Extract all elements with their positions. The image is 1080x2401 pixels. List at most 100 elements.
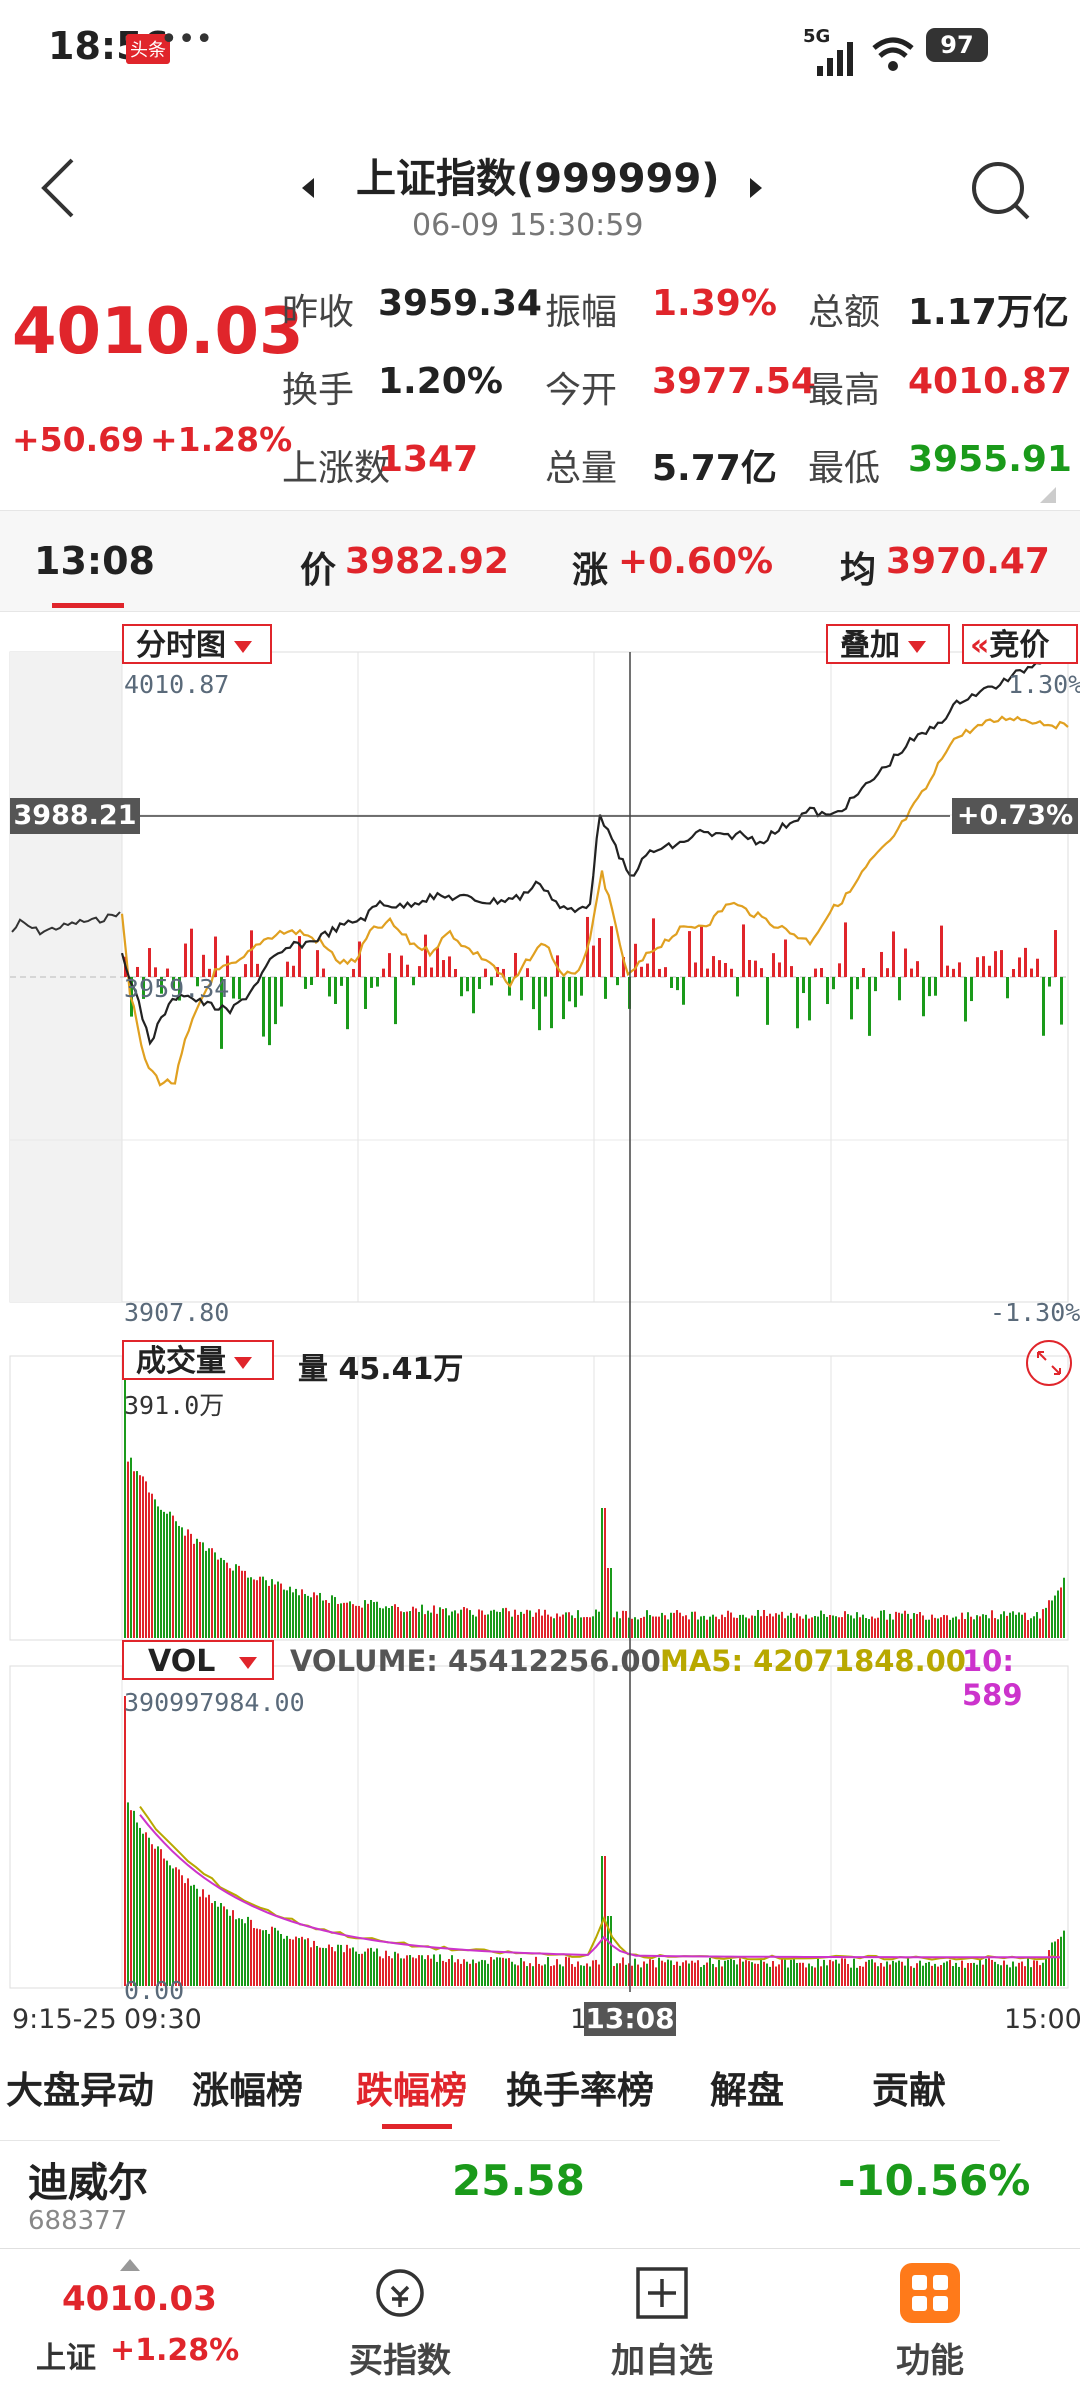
indicator-bar xyxy=(277,1930,279,1986)
indicator-bar xyxy=(619,1963,621,1986)
indicator-bar xyxy=(979,1959,981,1986)
volume-bar xyxy=(991,1610,993,1638)
overlay-select[interactable]: 叠加 xyxy=(826,624,950,664)
indicator-bar xyxy=(190,1885,192,1986)
chart-mode-select[interactable]: 分时图 xyxy=(122,624,272,664)
volume-bar xyxy=(130,1457,132,1638)
indicator-select[interactable]: VOL xyxy=(122,1640,274,1680)
indicator-bar xyxy=(265,1930,267,1986)
indicator-bar xyxy=(769,1966,771,1986)
indicator-bar xyxy=(649,1959,651,1986)
volume-bar xyxy=(862,1614,864,1638)
flow-bar-up xyxy=(742,924,745,977)
nav-index-price[interactable]: 4010.03 xyxy=(62,2279,217,2319)
tab-4[interactable]: 解盘 xyxy=(710,2060,784,2114)
volume-bar xyxy=(463,1607,465,1638)
flow-bar-down xyxy=(874,977,877,992)
indicator-bar xyxy=(295,1936,297,1986)
volume-bar xyxy=(925,1619,927,1638)
volume-bar xyxy=(841,1617,843,1638)
volume-bar xyxy=(151,1493,153,1638)
indicator-bar xyxy=(367,1948,369,1986)
indicator-bar xyxy=(490,1957,492,1986)
tab-2[interactable]: 跌幅榜 xyxy=(356,2060,467,2114)
indicator-bar xyxy=(1000,1965,1002,1986)
flow-bar-up xyxy=(958,962,961,977)
tab-3[interactable]: 换手率榜 xyxy=(506,2060,654,2114)
y-axis-top: 4010.87 xyxy=(124,670,230,699)
wifi-icon xyxy=(872,37,914,71)
indicator-bar xyxy=(667,1959,669,1986)
indicator-bar xyxy=(673,1964,675,1986)
auction-button[interactable]: «竞价 xyxy=(962,624,1078,664)
indicator-bar xyxy=(289,1938,291,1986)
indicator-bar xyxy=(883,1966,885,1986)
indicator-bar xyxy=(1051,1942,1053,1986)
tab-0[interactable]: 大盘异动 xyxy=(6,2060,154,2114)
volume-bar xyxy=(499,1612,501,1638)
flow-bar-down xyxy=(964,977,967,1022)
indicator-bar xyxy=(385,1950,387,1986)
volume-bar xyxy=(649,1615,651,1638)
volume-select[interactable]: 成交量 xyxy=(122,1340,274,1380)
indicator-bar xyxy=(214,1901,216,1986)
flow-bar-up xyxy=(592,945,595,977)
indicator-bar xyxy=(352,1947,354,1986)
flow-bar-down xyxy=(682,977,685,1005)
nav-add-watchlist[interactable]: 加自选 xyxy=(582,2263,742,2382)
flow-bar-up xyxy=(940,925,943,977)
volume-bar xyxy=(331,1595,333,1638)
indicator-bar xyxy=(382,1958,384,1986)
nav-functions[interactable]: 功能 xyxy=(850,2263,1010,2382)
expand-icon[interactable] xyxy=(1024,1338,1074,1388)
quote-value: 3959.34 xyxy=(378,283,542,324)
flow-bar-up xyxy=(784,939,787,977)
indicator-bar xyxy=(622,1957,624,1986)
volume-bar xyxy=(451,1611,453,1638)
flow-bar-up xyxy=(880,951,883,977)
tab-5[interactable]: 贡献 xyxy=(872,2060,946,2114)
page-title: 上证指数(999999) xyxy=(356,156,720,202)
prev-index-icon[interactable] xyxy=(300,176,316,200)
indicator-zero-label: 0.00 xyxy=(124,1976,185,2005)
tab-1[interactable]: 涨幅榜 xyxy=(192,2060,303,2114)
volume-bar xyxy=(997,1619,999,1638)
flow-bar-up xyxy=(886,968,889,977)
volume-bar xyxy=(835,1616,837,1638)
stock-row[interactable]: 迪威尔 688377 25.58 -10.56% xyxy=(0,2142,1080,2236)
volume-bar xyxy=(238,1565,240,1638)
volume-bar xyxy=(943,1614,945,1638)
volume-bar xyxy=(721,1614,723,1638)
indicator-bar xyxy=(811,1966,813,1986)
chart-area[interactable]: 分时图 叠加 «竞价 4010.87 3959.34 3907.80 1.30%… xyxy=(0,612,1080,2036)
volume-bar xyxy=(586,1617,588,1638)
flow-bar-up xyxy=(190,928,193,977)
indicator-bar xyxy=(307,1938,309,1986)
indicator-bar xyxy=(409,1955,411,1986)
next-index-icon[interactable] xyxy=(748,176,764,200)
indicator-bar xyxy=(457,1959,459,1986)
volume-bar xyxy=(1051,1600,1053,1638)
indicator-bar xyxy=(577,1961,579,1986)
volume-bar xyxy=(547,1614,549,1638)
volume-bar xyxy=(856,1612,858,1638)
nav-buy-index[interactable]: 买指数 xyxy=(320,2263,480,2382)
indicator-bar xyxy=(460,1963,462,1986)
volume-bar xyxy=(274,1584,276,1638)
volume-bar xyxy=(472,1614,474,1638)
indicator-bar xyxy=(349,1948,351,1986)
flow-bar-down xyxy=(310,977,313,986)
back-arrow-icon[interactable] xyxy=(38,156,78,220)
indicator-bar xyxy=(361,1953,363,1986)
indicator-bar xyxy=(424,1959,426,1986)
more-dots-icon: ••• xyxy=(160,22,214,57)
indicator-bar xyxy=(421,1955,423,1986)
search-icon[interactable] xyxy=(970,160,1032,222)
volume-bar xyxy=(931,1614,933,1638)
indicator-bar xyxy=(247,1916,249,1986)
indicator-bar xyxy=(157,1846,159,1986)
indicator-bar xyxy=(688,1963,690,1986)
indicator-bar xyxy=(802,1962,804,1986)
indicator-bar xyxy=(613,1965,615,1986)
indicator-bar xyxy=(709,1957,711,1986)
